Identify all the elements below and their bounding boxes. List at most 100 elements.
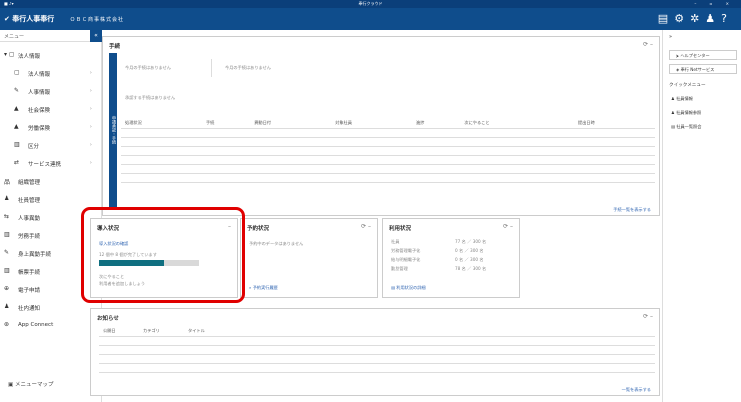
- help-center-button[interactable]: ⮞ ヘルプセンター: [669, 50, 737, 60]
- highlight-annotation: [81, 207, 245, 303]
- sidebar-item-label: 労務手続: [18, 234, 41, 240]
- sidebar-item-label: サービス連携: [28, 162, 62, 168]
- menu-map-button[interactable]: ▣ メニューマップ: [8, 380, 88, 392]
- net-service-button[interactable]: ◈ 奉行 Netサービス: [669, 64, 737, 74]
- sidebar-item[interactable]: ▾ ▢ 法人情報: [0, 46, 102, 64]
- column-header[interactable]: タイトル: [184, 327, 655, 337]
- refresh-icon[interactable]: ⟳ –: [643, 41, 653, 48]
- sidebar-item[interactable]: ▲ 社会保険 ›: [0, 100, 102, 118]
- help-icon[interactable]: ?: [721, 12, 733, 25]
- menu-label: メニュー: [4, 34, 25, 40]
- refresh-icon[interactable]: ⟳ –: [643, 313, 653, 320]
- notices-table: 公開日 カテゴリ タイトル: [99, 327, 655, 373]
- app-logo: ✔ 奉行人事奉行: [4, 15, 55, 23]
- column-header[interactable]: 対象社員: [331, 119, 413, 129]
- sidebar-item-icon: ▲: [14, 123, 19, 130]
- chevron-right-icon: ›: [89, 124, 92, 130]
- sidebar-item-label: App Connect: [18, 322, 54, 328]
- procedures-title: 手続: [109, 44, 121, 50]
- notice-icon[interactable]: ▤: [658, 12, 674, 25]
- usage-row-value: 0 名 ／ 300 名: [455, 257, 484, 262]
- sidebar-item[interactable]: ▲ 労働保険 ›: [0, 118, 102, 136]
- schedule-title: 予約状況: [247, 226, 270, 232]
- usage-row-label: 労務管理電子化: [391, 248, 421, 253]
- sidebar-item-icon: ⊕: [4, 285, 10, 292]
- notices-list-link[interactable]: 一覧を表示する: [622, 387, 651, 393]
- sidebar-item-icon: ♟: [4, 303, 10, 310]
- gear-icon[interactable]: ✲: [690, 12, 705, 25]
- procedures-table: 処理状況 手続 異動日付 対象社員 進捗 次にやること 提出日時: [121, 119, 655, 183]
- column-header[interactable]: 公開日: [99, 327, 139, 337]
- usage-title: 利用状況: [389, 226, 412, 232]
- column-header[interactable]: 進捗: [412, 119, 461, 129]
- window-controls[interactable]: – ▫ ×: [694, 1, 735, 6]
- menu-map-label: メニューマップ: [14, 382, 54, 388]
- table-row: [121, 137, 655, 147]
- sidebar-item[interactable]: ⊛ App Connect: [0, 316, 102, 334]
- divider: [211, 59, 212, 77]
- sidebar-item[interactable]: ✎ 人事情報 ›: [0, 82, 102, 100]
- usage-row-value: 0 名 ／ 300 名: [455, 248, 484, 253]
- window-title: 奉行クラウド: [358, 1, 383, 6]
- procedures-msg-2: 今月の手続はありません: [225, 65, 271, 70]
- table-row: [121, 164, 655, 174]
- expand-icon[interactable]: »: [669, 34, 672, 40]
- chevron-right-icon: ›: [89, 88, 92, 94]
- table-row: [99, 363, 655, 373]
- right-panel: » ⮞ ヘルプセンター ◈ 奉行 Netサービス クイックメニュー ♟ 社員情報…: [662, 30, 741, 402]
- usage-row-label: 給与明細電子化: [391, 257, 421, 262]
- usage-row-value: 77 名 ／ 300 名: [455, 239, 487, 244]
- procedures-side-tab[interactable]: 申請承認・手続: [109, 53, 117, 207]
- sidebar-item[interactable]: ⇄ サービス連携 ›: [0, 154, 102, 172]
- schedule-card: 予約状況 ⟳ – 予約中のデータはありません ⌕ 予約実行履歴: [240, 218, 378, 298]
- sidebar-item-icon: ✎: [4, 249, 10, 256]
- usage-detail-link[interactable]: ▤ 利用状況の詳細: [391, 285, 426, 291]
- sidebar-item-label: 人事情報: [28, 90, 51, 96]
- quick-item[interactable]: ♟ 社員情報参照: [671, 110, 701, 116]
- sidebar-item-label: 電子申請: [18, 288, 41, 294]
- sidebar-item-label: 法人情報: [18, 54, 41, 60]
- column-header[interactable]: 提出日時: [574, 119, 655, 129]
- app-header: ✔ 奉行人事奉行 ＯＢＣ商事株式会社 ▤⚙✲♟?: [0, 8, 741, 30]
- sidebar-item-icon: 品: [4, 179, 11, 186]
- sidebar-item-label: 社内通知: [18, 306, 41, 312]
- chevron-right-icon: ›: [89, 160, 92, 166]
- quick-item[interactable]: ♟ 社員情報: [671, 96, 693, 102]
- sidebar-item-icon: ⊛: [4, 321, 10, 328]
- sidebar-item-label: 人事異動: [18, 216, 41, 222]
- table-row: [99, 336, 655, 346]
- settings-icon[interactable]: ⚙: [674, 12, 690, 25]
- schedule-history-link[interactable]: ⌕ 予約実行履歴: [249, 285, 278, 291]
- sidebar-item[interactable]: ▥ 区分 ›: [0, 136, 102, 154]
- header-icons[interactable]: ▤⚙✲♟?: [658, 12, 733, 25]
- column-header[interactable]: 異動日付: [250, 119, 332, 129]
- column-header[interactable]: カテゴリ: [139, 327, 184, 337]
- notices-title: お知らせ: [97, 316, 119, 322]
- table-header-row: 処理状況 手続 異動日付 対象社員 進捗 次にやること 提出日時: [121, 119, 655, 129]
- sidebar-item-label: 身上異動手続: [18, 252, 52, 258]
- table-row: [99, 354, 655, 364]
- quick-menu-label: クイックメニュー: [669, 83, 706, 88]
- sidebar-item[interactable]: ♟ 社員管理: [0, 190, 102, 208]
- sidebar-item-label: 社会保険: [28, 108, 51, 114]
- user-icon[interactable]: ♟: [705, 12, 721, 25]
- sidebar-item-icon: ▾ ▢: [4, 51, 15, 58]
- chevron-right-icon: ›: [89, 106, 92, 112]
- collapse-icon[interactable]: «: [90, 30, 102, 42]
- sidebar-item-label: 労働保険: [28, 126, 51, 132]
- column-header[interactable]: 次にやること: [460, 119, 574, 129]
- procedures-list-link[interactable]: 手続一覧を表示する: [613, 207, 651, 213]
- sidebar-item[interactable]: ▢ 法人情報 ›: [0, 64, 102, 82]
- table-row: [121, 128, 655, 138]
- usage-row-label: 勤怠管理: [391, 266, 408, 271]
- procedures-msg-3: 承認する手続はありません: [125, 95, 176, 100]
- sidebar-item-icon: ♟: [4, 195, 10, 202]
- refresh-icon[interactable]: ⟳ –: [503, 223, 513, 230]
- column-header[interactable]: 処理状況: [121, 119, 202, 129]
- column-header[interactable]: 手続: [201, 119, 251, 129]
- menu-header: メニュー «: [0, 30, 102, 42]
- refresh-icon[interactable]: ⟳ –: [361, 223, 371, 230]
- sidebar-item-icon: ▥: [4, 231, 10, 238]
- sidebar-item[interactable]: 品 組織管理: [0, 172, 102, 190]
- quick-item[interactable]: ▤ 社員一覧照会: [671, 124, 701, 130]
